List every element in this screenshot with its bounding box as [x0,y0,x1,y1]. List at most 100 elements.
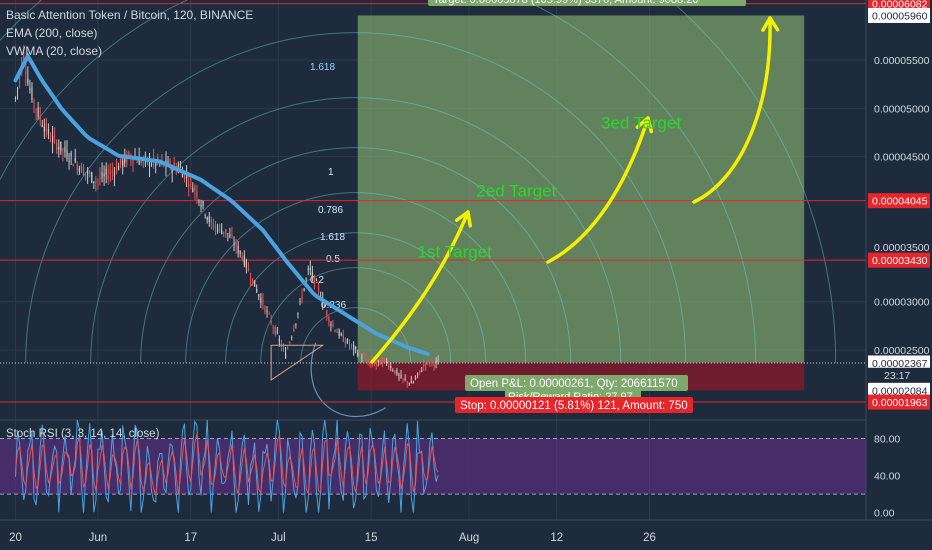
candle-body [390,366,392,369]
candle-body [120,158,122,165]
candle-body [287,348,289,350]
price-label: 0.00003430 [872,255,928,267]
candle-body [206,217,208,220]
candle-body [223,231,225,233]
candle-body [328,316,330,323]
target-annotation: 2ed Target [476,181,556,200]
candle-body [340,333,342,336]
candle-body [266,310,268,313]
candle-body [136,160,138,163]
price-tick-label: 0.00002500 [874,345,930,357]
candle-body [43,126,45,132]
candle-body [56,142,58,150]
candle-body [307,268,309,270]
target-label: Target: 0.00005878 (165.99%) 3576, Amoun… [433,0,698,6]
target-annotation: 1st Target [418,242,493,261]
candle-body [229,234,231,238]
candle-body [76,164,78,171]
candle-body [41,125,43,127]
candle-body [225,229,227,234]
candle-body [239,250,241,254]
candle-body [84,172,87,173]
candle-body [210,220,212,223]
candle-body [16,87,19,89]
price-label: 23:17 [884,370,910,382]
candle-body [346,339,349,343]
candle-body [80,164,83,173]
candle-body [377,360,379,362]
candle-body [188,184,190,187]
fib-level-label: 1.618 [320,232,345,243]
candle-body [93,181,95,183]
candle-body [350,344,353,345]
chart-root: 1.61810.7861.6180.50.20.2361st Target2ed… [0,0,932,550]
candle-body [373,363,375,366]
candle-body [72,164,74,167]
candle-body [91,172,93,183]
candle-body [245,260,247,268]
candle-body [264,306,266,313]
chart-svg[interactable]: 1.61810.7861.6180.50.20.2361st Target2ed… [0,0,932,550]
candle-body [353,345,355,350]
candle-body [47,128,50,135]
candle-body [291,337,293,338]
stoch-tick-label: 0.00 [874,508,895,520]
candle-body [212,225,215,229]
candle-body [196,191,198,198]
candle-body [87,170,89,175]
candle-body [103,173,105,177]
candle-body [109,170,111,175]
candle-body [49,140,52,142]
candle-body [406,381,408,384]
candle-body [89,172,91,174]
ema-indicator-label[interactable]: EMA (200, close) [6,26,97,40]
candle-body [25,71,27,74]
price-tick-label: 0.00005000 [874,103,930,115]
candle-body [429,362,431,365]
fib-level-label: 1 [328,167,334,178]
candle-body [39,115,41,119]
time-tick-label: 17 [184,532,197,544]
candle-body [14,97,17,99]
candle-body [132,160,134,165]
candle-body [398,374,400,376]
candle-body [311,271,313,277]
candle-body [423,364,425,367]
price-label: 0.00005960 [872,10,928,22]
price-axis-background [866,0,932,550]
candle-body [95,181,97,183]
candle-body [301,295,303,300]
candle-body [256,289,258,293]
candle-body [33,100,35,104]
candle-body [408,383,410,385]
fib-level-label: 1.618 [310,62,335,73]
candle-body [251,278,254,285]
candle-body [272,326,274,328]
candle-body [144,155,146,157]
candle-body [117,165,120,171]
candle-body [348,344,351,346]
candle-body [78,168,80,172]
candle-body [357,353,359,356]
candle-body [35,109,37,111]
candle-body [276,331,278,334]
time-tick-label: Jul [271,532,286,544]
candle-body [367,361,369,364]
candle-body [233,244,235,246]
candle-body [60,141,62,151]
candle-body [37,107,39,117]
price-tick-label: 0.00004500 [874,152,930,164]
candle-body [101,171,103,178]
vwma-indicator-label[interactable]: VWMA (20, close) [6,44,102,58]
candle-body [402,378,404,380]
candle-body [309,267,311,270]
candle-body [414,378,417,380]
candle-body [330,324,332,326]
candle-body [247,268,250,272]
candle-body [334,329,336,332]
candle-body [437,360,439,361]
candle-body [284,352,287,359]
candle-body [241,256,243,260]
candle-body [221,230,223,234]
target-zone[interactable] [357,15,805,363]
